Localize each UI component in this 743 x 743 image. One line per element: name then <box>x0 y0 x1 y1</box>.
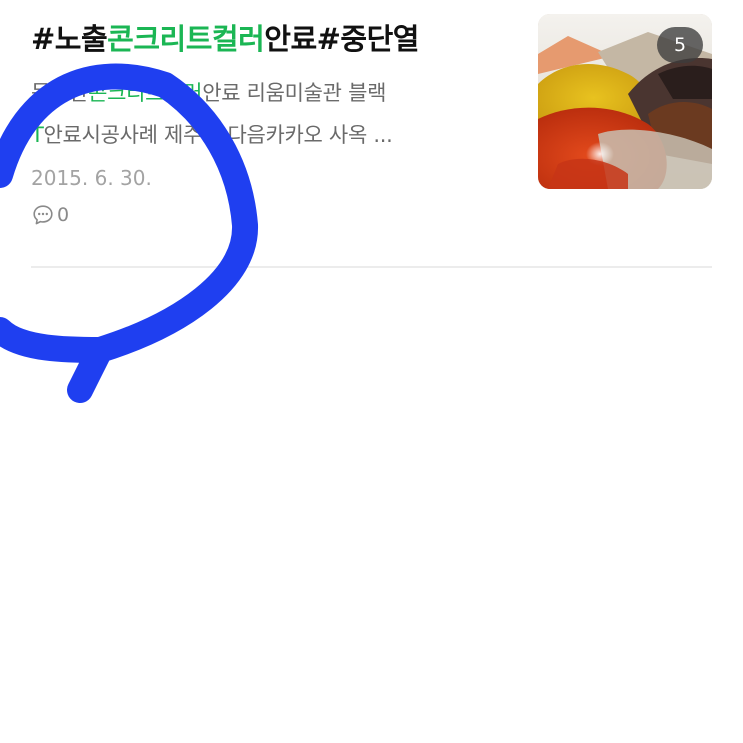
snippet-line2-highlight: T <box>31 123 44 147</box>
snippet-keyword-highlight: 콘크리트컬러 <box>88 81 203 105</box>
post-thumbnail[interactable]: 5 <box>538 14 712 189</box>
title-suffix: 안료#중단열 <box>264 22 419 56</box>
title-prefix: #노출 <box>31 22 108 56</box>
snippet-part-2: 안료 리움미술관 블랙 <box>202 81 387 105</box>
snippet-line2-rest: 안료시공사례 제주도 다음카카오 사옥 ... <box>43 123 393 147</box>
post-date: 2015. 6. 30. <box>31 166 152 190</box>
comment-count: 0 <box>57 204 70 226</box>
speech-bubble-icon <box>31 203 55 227</box>
snippet-part-1: 독일산 <box>31 81 89 105</box>
post-title[interactable]: #노출콘크리트컬러안료#중단열 <box>31 18 521 60</box>
image-count-badge: 5 <box>657 27 703 63</box>
post-snippet[interactable]: 독일산콘크리트컬러안료 리움미술관 블랙 T안료시공사례 제주도 다음카카오 사옥… <box>31 72 521 156</box>
list-divider <box>31 266 712 268</box>
title-keyword-highlight: 콘크리트컬러 <box>107 22 265 56</box>
comment-link[interactable]: 0 <box>31 202 69 228</box>
post-list-item[interactable]: #노출콘크리트컬러안료#중단열 독일산콘크리트컬러안료 리움미술관 블랙 T안료시… <box>0 0 743 270</box>
